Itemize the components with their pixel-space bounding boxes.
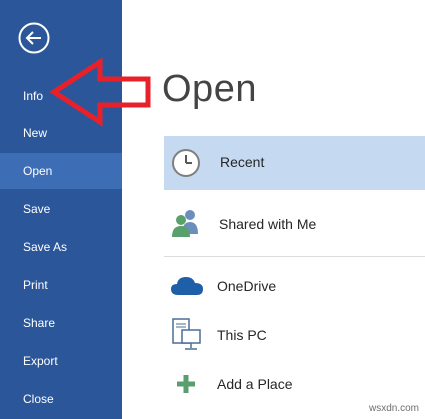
location-recent[interactable]: Recent xyxy=(164,136,425,190)
clock-icon xyxy=(172,149,200,177)
location-onedrive[interactable]: OneDrive xyxy=(164,264,425,306)
nav-item-export[interactable]: Export xyxy=(0,343,122,379)
nav-item-save[interactable]: Save xyxy=(0,191,122,227)
watermark: wsxdn.com xyxy=(368,403,419,414)
nav-item-close[interactable]: Close xyxy=(0,381,122,417)
nav-item-share[interactable]: Share xyxy=(0,305,122,341)
cloud-icon xyxy=(171,277,203,295)
location-shared-with-me[interactable]: Shared with Me xyxy=(164,200,425,248)
back-button[interactable] xyxy=(18,22,50,54)
location-add-a-place[interactable]: Add a Place xyxy=(164,362,425,406)
plus-icon xyxy=(177,375,195,393)
location-label: This PC xyxy=(217,327,267,343)
people-icon xyxy=(172,210,198,237)
nav-item-print[interactable]: Print xyxy=(0,267,122,303)
computer-icon xyxy=(172,318,201,350)
nav-item-open[interactable]: Open xyxy=(0,153,122,189)
location-label: Shared with Me xyxy=(219,216,317,232)
location-this-pc[interactable]: This PC xyxy=(164,313,425,357)
back-arrow-circle-icon xyxy=(18,22,50,54)
section-divider xyxy=(164,256,425,257)
location-label: Add a Place xyxy=(217,376,293,392)
nav-item-save-as[interactable]: Save As xyxy=(0,229,122,265)
location-label: OneDrive xyxy=(217,278,277,294)
location-label: Recent xyxy=(220,154,265,170)
page-title: Open xyxy=(162,68,257,110)
red-arrow-icon xyxy=(50,58,151,127)
